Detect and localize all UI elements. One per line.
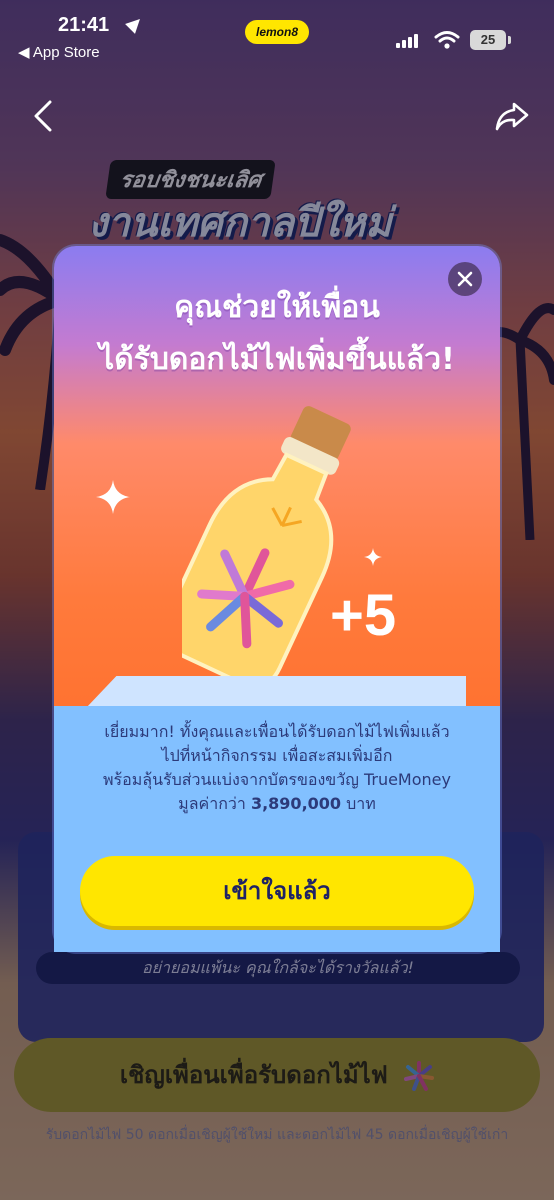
- sparkle-small-icon: [364, 548, 382, 566]
- modal-title-line1: คุณช่วยให้เพื่อน: [174, 290, 380, 325]
- wifi-icon: [434, 31, 460, 49]
- message-line3: พร้อมลุ้นรับส่วนแบ่งจากบัตรของขวัญ TrueM…: [103, 770, 451, 789]
- chevron-left-icon[interactable]: [28, 98, 60, 134]
- lemon8-badge: lemon8: [245, 20, 309, 44]
- close-icon: [457, 271, 473, 287]
- location-icon: [125, 14, 145, 34]
- reward-amount: +5: [330, 583, 397, 648]
- prize-amount: 3,890,000: [250, 794, 342, 813]
- cellular-signal-icon: [396, 34, 422, 48]
- message-line1: เยี่ยมมาก! ทั้งคุณและเพื่อนได้รับดอกไม้ไ…: [104, 722, 450, 741]
- status-time: 21:41: [58, 14, 110, 36]
- back-to-app-store[interactable]: ◀ App Store: [18, 43, 100, 61]
- message-line2: ไปที่หน้ากิจกรรม เพื่อสะสมเพิ่มอีก: [161, 746, 393, 765]
- confirm-button[interactable]: เข้าใจแล้ว: [80, 856, 474, 926]
- modal-title-line2: ได้รับดอกไม้ไฟเพิ่มขึ้นแล้ว!: [99, 342, 455, 377]
- sparkle-icon: [96, 480, 130, 514]
- status-bar: 21:41 ◀ App Store lemon8 25: [0, 0, 554, 70]
- message-line4: มูลค่ากว่า 3,890,000 บาท: [54, 792, 500, 817]
- battery-indicator: 25: [470, 30, 511, 50]
- share-icon[interactable]: [494, 98, 530, 134]
- message-line4-prefix: มูลค่ากว่า: [178, 794, 251, 813]
- message-line4-suffix: บาท: [341, 794, 376, 813]
- pedestal-top: [86, 676, 466, 708]
- close-button[interactable]: [448, 262, 482, 296]
